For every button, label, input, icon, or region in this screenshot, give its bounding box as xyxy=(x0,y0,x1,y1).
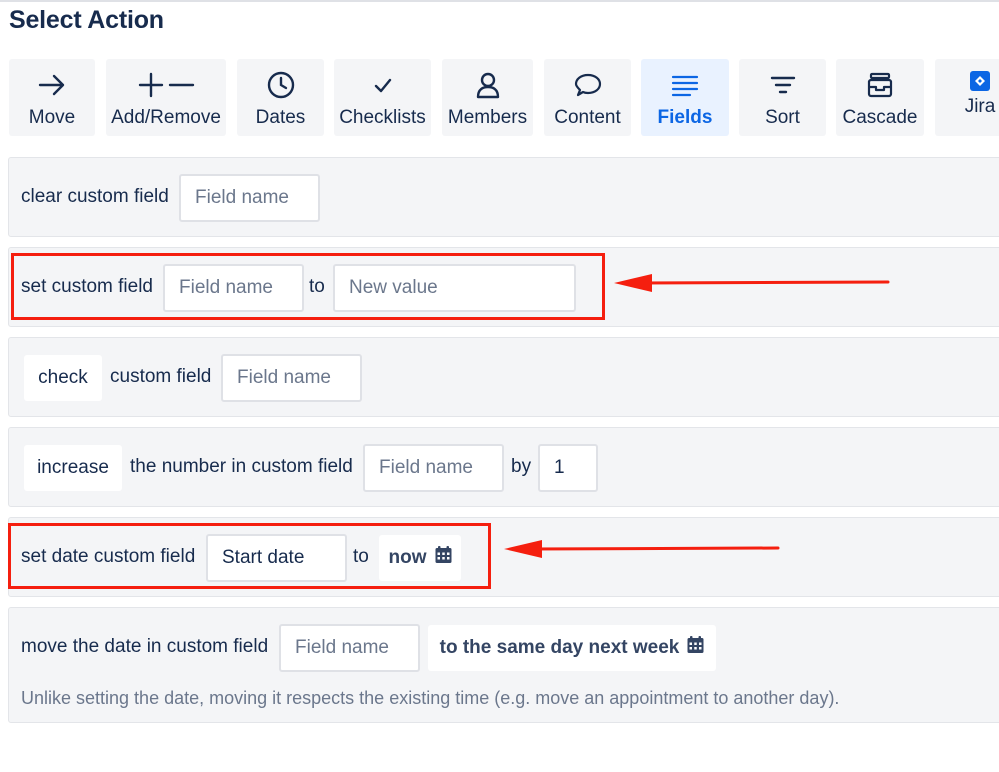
tab-label: Cascade xyxy=(842,107,918,128)
action-row-check-custom-field: check custom field Field name xyxy=(8,337,999,417)
tab-label: Sort xyxy=(765,107,800,128)
clock-icon xyxy=(266,67,296,103)
red-arrow-annotation xyxy=(504,540,780,558)
tab-members[interactable]: Members xyxy=(442,59,533,136)
speech-bubble-icon xyxy=(573,67,603,103)
field-name-input[interactable]: Field name xyxy=(279,624,420,672)
increase-button[interactable]: increase xyxy=(24,445,122,491)
field-name-input[interactable]: Field name xyxy=(363,444,504,492)
tab-move[interactable]: Move xyxy=(9,59,95,136)
tab-add-remove[interactable]: Add/Remove xyxy=(106,59,226,136)
action-text: move the date in custom field xyxy=(21,636,269,657)
highlight-box-set-custom-field xyxy=(11,253,605,320)
highlight-box-set-date-custom-field xyxy=(8,523,491,589)
tab-fields[interactable]: Fields xyxy=(641,59,729,136)
action-row-clear-custom-field: clear custom field Field name xyxy=(8,157,999,237)
action-text: custom field xyxy=(110,366,212,387)
tab-label: Dates xyxy=(255,107,306,128)
help-note: Unlike setting the date, moving it respe… xyxy=(21,688,840,708)
action-text: the number in custom field xyxy=(130,456,353,477)
jira-icon xyxy=(970,69,990,93)
check-button[interactable]: check xyxy=(24,355,102,401)
plus-minus-icon xyxy=(136,67,196,103)
field-name-input[interactable]: Field name xyxy=(179,174,320,222)
page-title: Select Action xyxy=(9,6,164,34)
tab-jira[interactable]: Jira xyxy=(935,59,999,136)
action-text: clear custom field xyxy=(21,186,169,207)
tab-content[interactable]: Content xyxy=(544,59,631,136)
action-row-increase-custom-field: increase the number in custom field Fiel… xyxy=(8,427,999,507)
by-label: by xyxy=(511,456,532,477)
top-divider xyxy=(0,0,999,2)
tab-label: Fields xyxy=(657,107,713,128)
tab-label: Members xyxy=(447,107,528,128)
tab-label: Jira xyxy=(964,96,996,117)
tab-dates[interactable]: Dates xyxy=(237,59,324,136)
tab-cascade[interactable]: Cascade xyxy=(836,59,924,136)
lines-icon xyxy=(670,67,700,103)
archive-icon xyxy=(865,67,895,103)
check-icon xyxy=(368,67,398,103)
calendar-icon xyxy=(687,636,704,660)
action-tabs: Move Add/Remove Dates Checklists Members… xyxy=(9,59,999,136)
field-name-input[interactable]: Field name xyxy=(221,354,362,402)
tab-checklists[interactable]: Checklists xyxy=(334,59,431,136)
tab-sort[interactable]: Sort xyxy=(739,59,826,136)
red-arrow-annotation xyxy=(614,274,890,292)
person-icon xyxy=(473,67,503,103)
tab-label: Add/Remove xyxy=(111,107,221,128)
tab-label: Checklists xyxy=(339,107,426,128)
tab-label: Move xyxy=(28,107,76,128)
date-option-button[interactable]: to the same day next week xyxy=(428,625,716,671)
amount-input[interactable]: 1 xyxy=(538,444,598,492)
date-option-label: to the same day next week xyxy=(439,637,680,658)
filter-icon xyxy=(768,67,798,103)
arrow-right-icon xyxy=(37,67,67,103)
action-row-move-date-custom-field: move the date in custom field Field name… xyxy=(8,607,999,723)
tab-label: Content xyxy=(554,107,621,128)
